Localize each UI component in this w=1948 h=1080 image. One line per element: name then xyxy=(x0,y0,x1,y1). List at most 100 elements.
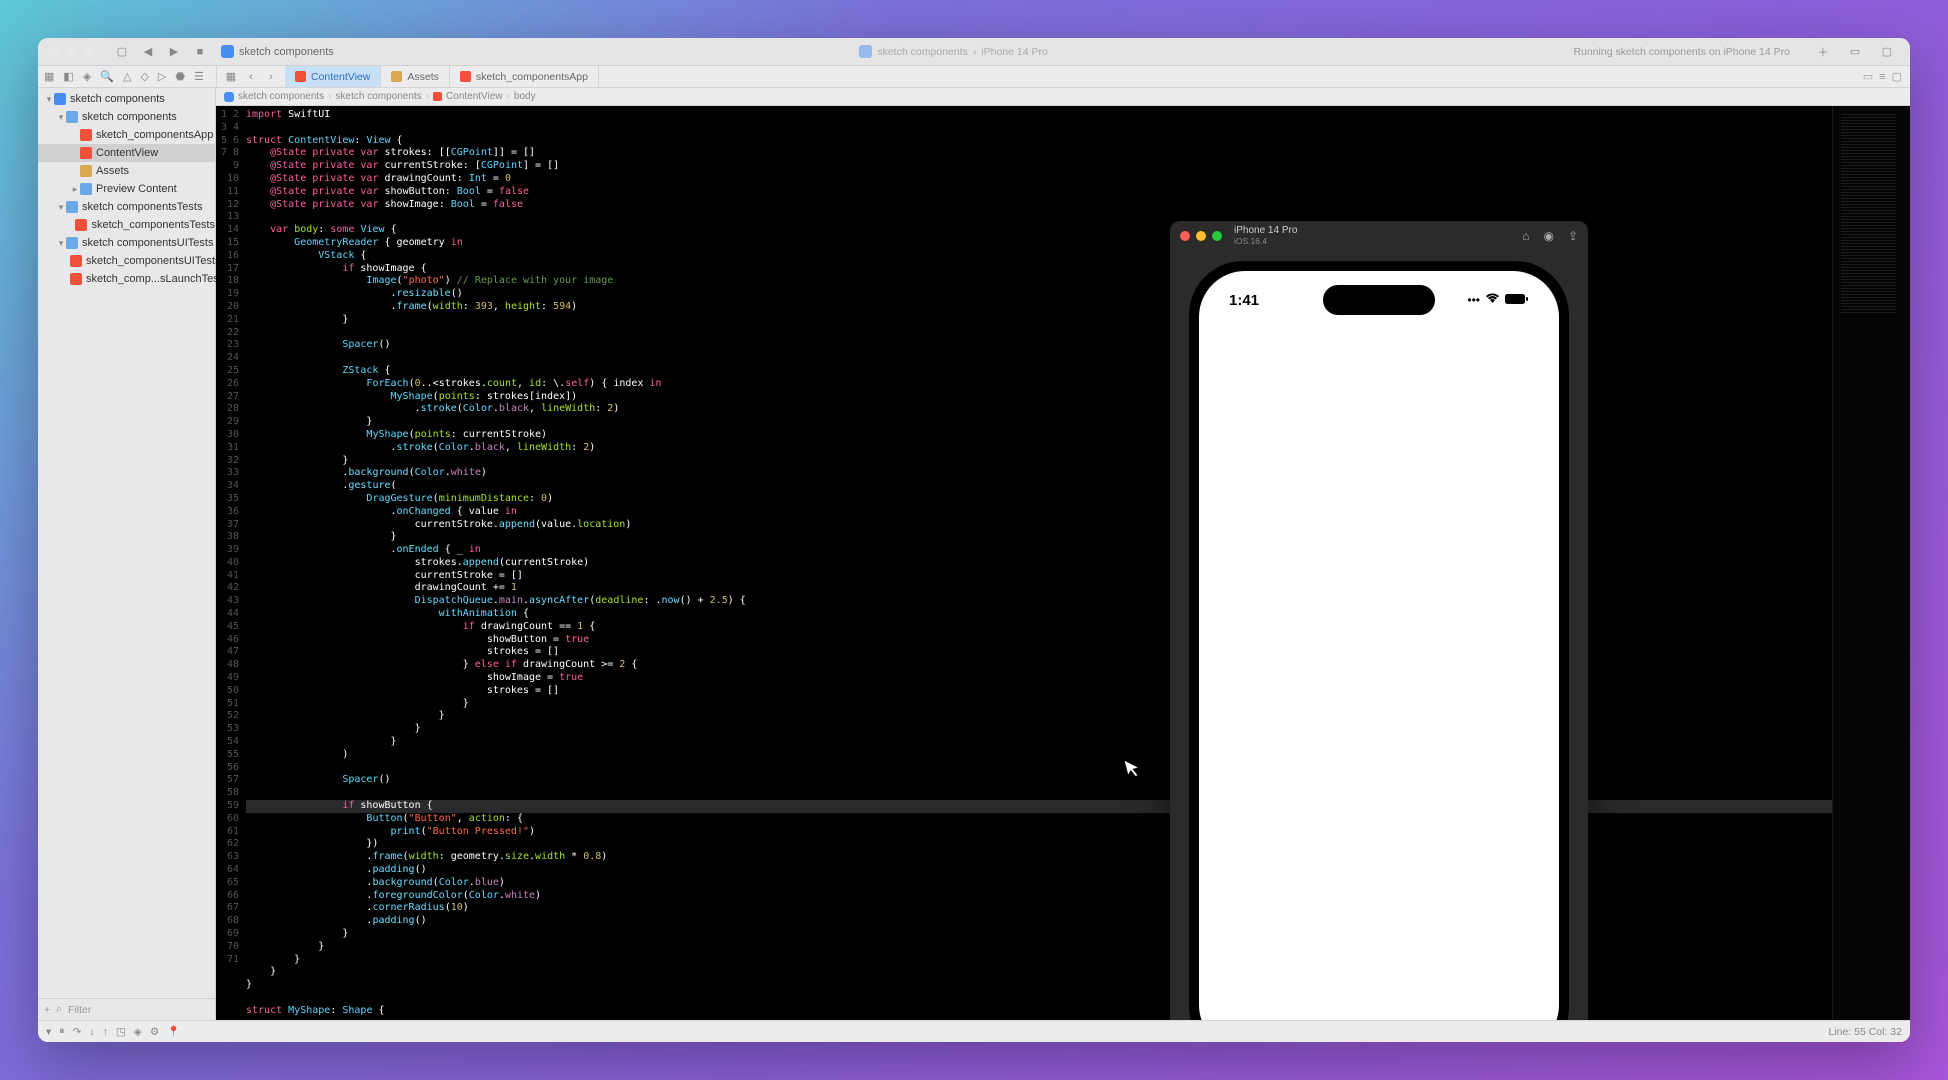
tree-folder[interactable]: ▾sketch componentsUITests xyxy=(38,234,215,252)
issue-icon[interactable]: △ xyxy=(123,70,131,83)
tree-file[interactable]: Assets xyxy=(38,162,215,180)
editor-nav: ▦ ‹ › xyxy=(216,66,285,87)
tree-folder[interactable]: ▾sketch componentsTests xyxy=(38,198,215,216)
device-label: iPhone 14 Pro xyxy=(981,46,1048,58)
nav-forward-icon[interactable]: › xyxy=(263,71,279,83)
simulator-window[interactable]: iPhone 14 Pro iOS 16.4 ⌂ ◉ ⇪ xyxy=(1170,221,1588,1020)
share-icon[interactable]: ⇪ xyxy=(1568,229,1578,243)
navigator-tabs[interactable]: ▦ ◧ ◈ 🔍 △ ◇ ▷ ⬣ ☰ xyxy=(38,66,216,87)
zoom-window-icon[interactable] xyxy=(84,46,95,57)
add-icon[interactable]: + xyxy=(44,1004,50,1016)
assets-icon xyxy=(391,71,402,82)
zoom-icon[interactable] xyxy=(1212,231,1222,241)
tree-file[interactable]: sketch_componentsApp xyxy=(38,126,215,144)
tree-file-selected[interactable]: ContentView xyxy=(38,144,215,162)
crumb-item[interactable]: body xyxy=(514,91,536,102)
tree-label: sketch componentsUITests xyxy=(82,237,213,249)
hide-debug-icon[interactable]: ▾ xyxy=(46,1026,51,1038)
tree-label: sketch_componentsTests xyxy=(91,219,215,231)
folder-icon[interactable]: ▦ xyxy=(44,70,54,83)
tree-file[interactable]: sketch_componentsUITests xyxy=(38,252,215,270)
test-icon[interactable]: ◇ xyxy=(140,70,148,83)
iphone-frame: 1:41 ••• xyxy=(1189,261,1569,1020)
screenshot-icon[interactable]: ◉ xyxy=(1543,229,1553,243)
iphone-screen[interactable]: 1:41 ••• xyxy=(1199,271,1559,1020)
step-in-icon[interactable]: ↓ xyxy=(89,1026,94,1038)
nav-back-icon[interactable]: ◀ xyxy=(138,44,158,60)
add-editor-icon[interactable]: ▢ xyxy=(1892,70,1902,83)
project-navigator: ▾sketch components ▾sketch components sk… xyxy=(38,88,216,1020)
editor-wrap: sketch components› sketch components› Co… xyxy=(216,88,1910,1020)
file-tree[interactable]: ▾sketch components ▾sketch components sk… xyxy=(38,88,215,998)
xcode-window: ▢ ◀ ▶ ■ sketch components sketch compone… xyxy=(38,38,1910,1042)
location-icon[interactable]: 📍 xyxy=(167,1025,180,1038)
breakpoint-icon[interactable]: ⬣ xyxy=(175,70,185,83)
secondary-toolbar: ▦ ◧ ◈ 🔍 △ ◇ ▷ ⬣ ☰ ▦ ‹ › ContentView Asse… xyxy=(38,66,1910,88)
find-icon[interactable]: 🔍 xyxy=(100,70,114,83)
target-label: sketch components xyxy=(877,46,967,58)
tab-label: sketch_componentsApp xyxy=(476,71,588,83)
tree-folder[interactable]: ▸Preview Content xyxy=(38,180,215,198)
swift-file-icon xyxy=(460,71,471,82)
build-status-label: Running sketch components on iPhone 14 P… xyxy=(1573,46,1790,58)
swift-file-icon xyxy=(295,71,306,82)
step-out-icon[interactable]: ↑ xyxy=(103,1026,108,1038)
add-icon[interactable]: ＋ xyxy=(1813,44,1833,60)
scheme-selector[interactable]: sketch components xyxy=(221,45,334,58)
tab-contentview[interactable]: ContentView xyxy=(285,66,381,87)
sidebar-toggle-icon[interactable]: ▢ xyxy=(112,44,132,60)
report-icon[interactable]: ☰ xyxy=(194,70,204,83)
simulator-traffic-lights[interactable] xyxy=(1180,231,1222,241)
debug-bar[interactable]: ▾ ⏸ ↷ ↓ ↑ ◳ ◈ ⚙ 📍 xyxy=(46,1025,180,1038)
swift-file-icon xyxy=(70,255,82,267)
code-content[interactable]: import SwiftUI struct ContentView: View … xyxy=(246,106,1832,1020)
folder-icon xyxy=(66,111,78,123)
navigator-filter[interactable]: + ⌕ Filter xyxy=(38,998,215,1020)
view-debug-icon[interactable]: ◳ xyxy=(116,1026,126,1038)
memory-graph-icon[interactable]: ◈ xyxy=(134,1026,142,1038)
close-window-icon[interactable] xyxy=(48,46,59,57)
pause-icon[interactable]: ⏸ xyxy=(59,1025,64,1038)
target-selector[interactable]: sketch components › iPhone 14 Pro xyxy=(851,43,1056,60)
inspector-toggle-icon[interactable]: ▢ xyxy=(1877,44,1897,60)
tree-file[interactable]: sketch_componentsTests xyxy=(38,216,215,234)
stop-button-icon[interactable]: ■ xyxy=(190,44,210,60)
project-icon xyxy=(221,45,234,58)
tree-folder[interactable]: ▾sketch components xyxy=(38,108,215,126)
window-traffic-lights[interactable] xyxy=(48,46,95,57)
swift-file-icon xyxy=(80,129,92,141)
simulator-titlebar[interactable]: iPhone 14 Pro iOS 16.4 ⌂ ◉ ⇪ xyxy=(1170,221,1588,251)
tree-label: Assets xyxy=(96,165,129,177)
minimap[interactable] xyxy=(1832,106,1910,1020)
editor-options[interactable]: ▭ ≡ ▢ xyxy=(1855,66,1910,87)
close-icon[interactable] xyxy=(1180,231,1190,241)
environment-icon[interactable]: ⚙ xyxy=(150,1026,159,1038)
run-button-icon[interactable]: ▶ xyxy=(164,44,184,60)
step-over-icon[interactable]: ↷ xyxy=(73,1026,82,1038)
cursor-position-label: Line: 55 Col: 32 xyxy=(1828,1026,1902,1038)
adjust-editor-icon[interactable]: ≡ xyxy=(1879,71,1885,83)
canvas-layout-icon[interactable]: ▭ xyxy=(1863,70,1873,83)
tab-assets[interactable]: Assets xyxy=(381,66,450,87)
crumb-item[interactable]: sketch components xyxy=(336,91,422,102)
tree-label: sketch componentsTests xyxy=(82,201,202,213)
library-icon[interactable]: ▭ xyxy=(1845,44,1865,60)
swift-file-icon xyxy=(75,219,87,231)
minimize-window-icon[interactable] xyxy=(66,46,77,57)
tree-file[interactable]: sketch_comp...sLaunchTests xyxy=(38,270,215,288)
source-control-icon[interactable]: ◧ xyxy=(63,70,73,83)
tree-label: sketch components xyxy=(70,93,165,105)
crumb-item[interactable]: ContentView xyxy=(446,91,503,102)
breadcrumb[interactable]: sketch components› sketch components› Co… xyxy=(216,88,1910,106)
debug-icon[interactable]: ▷ xyxy=(158,70,166,83)
tree-root[interactable]: ▾sketch components xyxy=(38,90,215,108)
code-editor[interactable]: 1 2 3 4 5 6 7 8 9 10 11 12 13 14 15 16 1… xyxy=(216,106,1910,1020)
nav-back-icon[interactable]: ‹ xyxy=(243,71,259,83)
home-icon[interactable]: ⌂ xyxy=(1522,229,1529,243)
crumb-item[interactable]: sketch components xyxy=(238,91,324,102)
assets-icon xyxy=(80,165,92,177)
minimize-icon[interactable] xyxy=(1196,231,1206,241)
related-items-icon[interactable]: ▦ xyxy=(223,70,239,83)
tab-app[interactable]: sketch_componentsApp xyxy=(450,66,599,87)
symbol-icon[interactable]: ◈ xyxy=(83,70,91,83)
